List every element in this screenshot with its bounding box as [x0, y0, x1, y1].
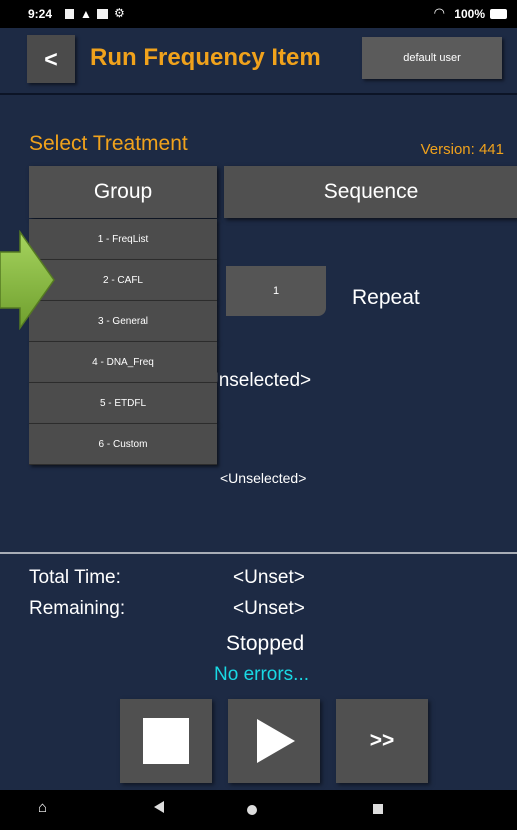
group-option-custom[interactable]: 6 - Custom: [29, 424, 217, 465]
select-treatment-heading: Select Treatment: [29, 132, 188, 155]
skip-forward-button[interactable]: >>: [336, 699, 428, 783]
back-button[interactable]: <: [27, 35, 75, 83]
section-divider: [0, 552, 517, 554]
repeat-label: Repeat: [352, 286, 420, 309]
repeat-count-field[interactable]: 1: [226, 266, 326, 316]
settings-icon: ⚙: [114, 6, 125, 20]
sequence-tab[interactable]: Sequence: [224, 166, 517, 218]
battery-level: 100%: [454, 7, 485, 21]
nav-home-circle-icon[interactable]: [247, 805, 257, 815]
play-icon: [257, 719, 295, 763]
frequency-selection[interactable]: <Unselected>: [220, 470, 306, 486]
media-icon: [97, 9, 108, 19]
stop-icon: [143, 718, 189, 764]
group-tab[interactable]: Group: [29, 166, 217, 218]
group-option-dna-freq[interactable]: 4 - DNA_Freq: [29, 342, 217, 383]
group-option-etdfl[interactable]: 5 - ETDFL: [29, 383, 217, 424]
error-status-text: No errors...: [214, 664, 310, 685]
pointer-arrow-icon: [0, 230, 55, 330]
remaining-value: <Unset>: [233, 598, 305, 619]
wifi-icon: ◠: [433, 5, 445, 20]
program-selection[interactable]: Unselected>: [205, 370, 311, 392]
stop-button[interactable]: [120, 699, 212, 783]
nav-recents-icon[interactable]: [373, 804, 383, 814]
status-time: 9:24: [28, 7, 53, 21]
total-time-label: Total Time:: [29, 567, 121, 588]
user-button[interactable]: default user: [362, 37, 502, 79]
remaining-label: Remaining:: [29, 598, 126, 619]
alert-icon: ▲: [80, 7, 92, 21]
version-label: Version: 441: [420, 141, 504, 158]
play-button[interactable]: [228, 699, 320, 783]
navigation-bar: [0, 790, 517, 830]
total-time-value: <Unset>: [233, 567, 305, 588]
run-state-text: Stopped: [226, 632, 305, 655]
battery-icon: [490, 9, 507, 19]
nav-back-icon[interactable]: [153, 800, 165, 814]
home-icon[interactable]: ⌂: [38, 799, 47, 816]
page-title: Run Frequency Item: [90, 44, 321, 71]
notification-icon: [65, 9, 74, 19]
